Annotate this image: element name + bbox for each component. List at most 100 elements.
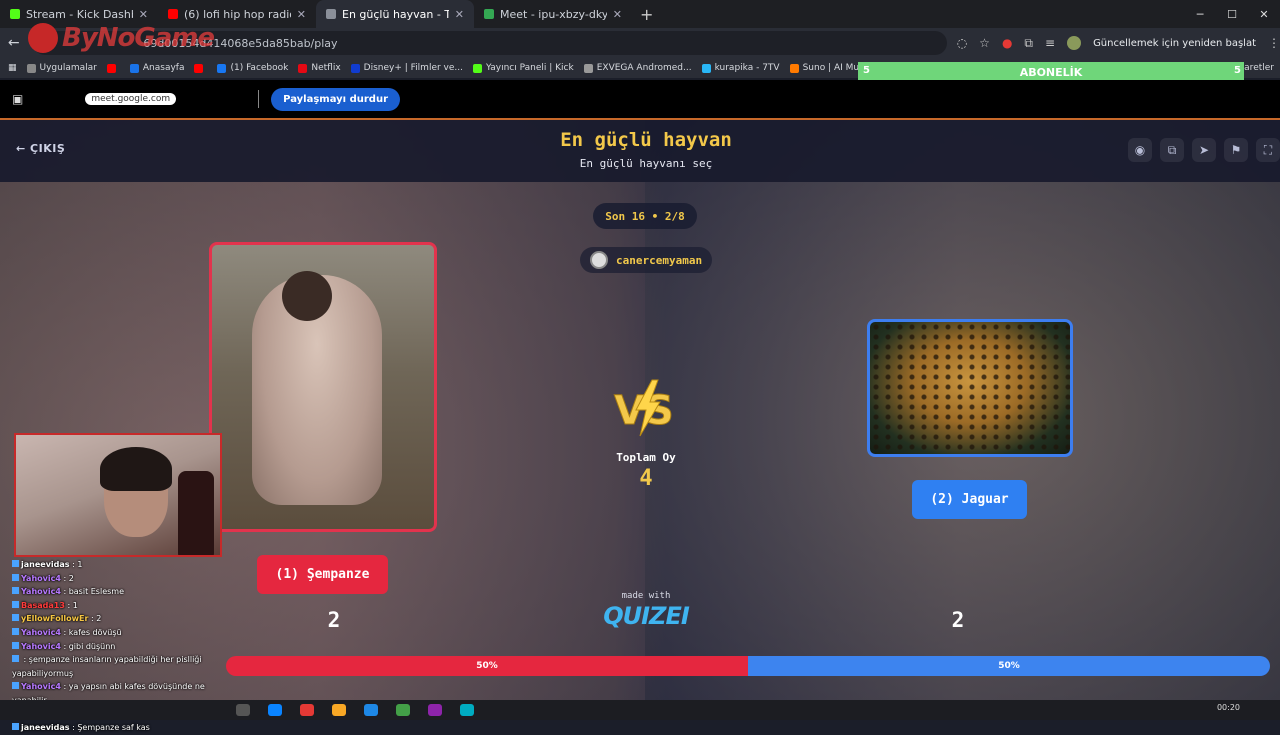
webcam-overlay <box>14 433 222 557</box>
chat-text: : Şempanze saf kas <box>69 723 150 733</box>
profile-avatar[interactable] <box>1067 36 1082 50</box>
versus-icon: VS <box>614 379 674 437</box>
maximize-icon[interactable]: ☐ <box>1216 0 1248 28</box>
bookmark-list: Uygulamalar Anasayfa (1) Facebook Netflix Di… <box>26 63 959 73</box>
chat-username: Basada13 <box>21 600 65 610</box>
creator-badge[interactable]: canercemyaman <box>580 247 712 273</box>
taskbar-app-icon[interactable] <box>364 704 378 716</box>
left-vote-count: 2 <box>327 608 341 632</box>
right-percent-fill: 50% <box>748 656 1270 676</box>
tab-favicon-icon <box>484 9 494 19</box>
bookmark-label: Yayıncı Paneli | Kick <box>486 63 574 73</box>
chat-text: : şempanze insanların yapabildiği her pi… <box>12 655 202 678</box>
vote-left-button[interactable]: (1) Şempanze <box>257 555 388 594</box>
streamer-hair <box>100 447 172 491</box>
bookmark-favicon-icon <box>26 63 36 73</box>
chat-badge-icon <box>12 587 19 595</box>
bookmark-favicon-icon <box>583 63 593 73</box>
taskbar-app-icon[interactable] <box>460 704 474 716</box>
bookmark-item[interactable]: Uygulamalar <box>26 63 97 73</box>
header-actions: ◉ ⧉ ➤ ⚑ ⛶ <box>1128 138 1280 162</box>
left-percent-fill: 50% <box>226 656 748 676</box>
creator-avatar <box>590 251 608 269</box>
new-tab-button[interactable]: + <box>632 5 661 24</box>
vote-split-bar: 50% 50% <box>226 656 1270 676</box>
apps-grid-icon[interactable]: ▦ <box>8 63 17 73</box>
tab-title: (6) lofi hip hop radio 📚 be <box>184 7 291 21</box>
bookmark-item[interactable]: kurapika - 7TV <box>701 63 780 73</box>
bookmark-favicon-icon <box>129 63 139 73</box>
chat-text: : 1 <box>64 600 78 610</box>
chat-message: Yahovic4 : kafes dövüşü <box>12 626 226 640</box>
quizei-logo: QUIZEI <box>603 602 690 630</box>
browser-tab[interactable]: Meet - ipu-xbzy-dky ✕ <box>474 0 632 28</box>
menu-dots-icon[interactable]: ⋮ <box>1268 36 1280 50</box>
screen-share-icon: ▣ <box>12 92 24 106</box>
eye-off-icon[interactable]: ◌ <box>957 36 967 50</box>
tab-favicon-icon <box>168 9 178 19</box>
share-icon[interactable]: ⧉ <box>1160 138 1184 162</box>
stream-logo-overlay: ByNoGame <box>28 20 258 56</box>
chat-message: Yahovic4 : basit Eslesme <box>12 585 226 599</box>
bookmark-label: Uygulamalar <box>39 63 97 73</box>
bookmark-item[interactable]: Netflix <box>298 63 341 73</box>
flag-icon[interactable]: ⚑ <box>1224 138 1248 162</box>
chat-badge-icon <box>12 573 19 581</box>
bookmark-item[interactable]: EXVEGA Andromed... <box>583 63 692 73</box>
back-icon[interactable]: ← <box>0 35 27 51</box>
taskbar-app-icon[interactable] <box>236 704 250 716</box>
media-icon[interactable]: ≡ <box>1045 36 1055 50</box>
send-icon[interactable]: ➤ <box>1192 138 1216 162</box>
bookmark-favicon-icon <box>106 63 116 73</box>
chat-badge-icon <box>12 600 19 608</box>
bookmark-item[interactable]: Anasayfa <box>129 63 184 73</box>
fullscreen-icon[interactable]: ⛶ <box>1256 138 1280 162</box>
gaming-chair <box>178 471 214 555</box>
browser-tab[interactable]: En güçlü hayvan - Tier List, ✕ <box>316 0 474 28</box>
eye-icon[interactable]: ◉ <box>1128 138 1152 162</box>
window-controls: ─ ☐ ✕ <box>1184 0 1280 28</box>
chat-badge-icon <box>12 560 19 567</box>
total-votes-value: 4 <box>639 466 653 491</box>
chat-message: Yahovic4 : 2 <box>12 572 226 586</box>
minimize-icon[interactable]: ─ <box>1184 0 1216 28</box>
option-right-image[interactable] <box>867 319 1073 457</box>
tab-close-icon[interactable]: ✕ <box>297 8 306 21</box>
bookmark-favicon-icon <box>217 63 227 73</box>
update-button[interactable]: Güncellemek için yeniden başlat <box>1093 38 1256 49</box>
jaguar-spots <box>870 322 1070 454</box>
extension-icon[interactable]: ● <box>1002 36 1012 50</box>
chat-username: Yahovic4 <box>21 587 61 597</box>
star-icon[interactable]: ☆ <box>979 36 990 50</box>
stop-sharing-button[interactable]: Paylaşmayı durdur <box>271 87 400 111</box>
chat-username: yEllowFollowEr <box>21 614 89 624</box>
bookmark-item[interactable]: Yayıncı Paneli | Kick <box>473 63 574 73</box>
vote-right-button[interactable]: (2) Jaguar <box>912 480 1027 519</box>
close-window-icon[interactable]: ✕ <box>1248 0 1280 28</box>
bookmark-favicon-icon <box>473 63 482 73</box>
bookmark-item[interactable] <box>106 63 120 73</box>
taskbar-app-icon[interactable] <box>428 704 442 716</box>
tab-close-icon[interactable]: ✕ <box>455 8 464 21</box>
made-with-label: made with <box>621 591 671 601</box>
tab-close-icon[interactable]: ✕ <box>139 8 148 21</box>
taskbar-app-icon[interactable] <box>396 704 410 716</box>
bookmark-label: kurapika - 7TV <box>714 63 780 73</box>
bookmark-label: (1) Facebook <box>230 63 289 73</box>
bookmark-item[interactable] <box>194 63 207 73</box>
bookmark-item[interactable]: Disney+ | Filmler ve... <box>350 63 463 73</box>
chat-badge-icon <box>12 723 19 731</box>
chat-message: yEllowFollowEr : 2 <box>12 612 226 626</box>
taskbar-app-icon[interactable] <box>300 704 314 716</box>
chat-text: : kafes dövüşü <box>60 627 122 637</box>
logo-wordmark: ByNoGame <box>62 23 215 53</box>
taskbar-app-icon[interactable] <box>268 704 282 716</box>
puzzle-icon[interactable]: ⧉ <box>1024 36 1033 51</box>
taskbar-app-icon[interactable] <box>332 704 346 716</box>
chat-username: janeevidas <box>21 723 70 733</box>
chat-username: Yahovic4 <box>21 573 61 583</box>
tab-favicon-icon <box>10 9 20 19</box>
tab-close-icon[interactable]: ✕ <box>613 8 622 21</box>
option-left-image[interactable] <box>209 242 437 532</box>
bookmark-item[interactable]: (1) Facebook <box>217 63 288 73</box>
